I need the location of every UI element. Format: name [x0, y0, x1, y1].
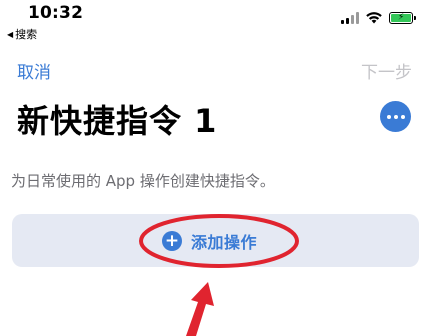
screen: 10:32 ◀ 搜索 ⚡ 取消 下一步 新快捷指令 1 为日常使用的 App 操…: [0, 0, 429, 336]
red-arrow-icon: [186, 282, 214, 336]
